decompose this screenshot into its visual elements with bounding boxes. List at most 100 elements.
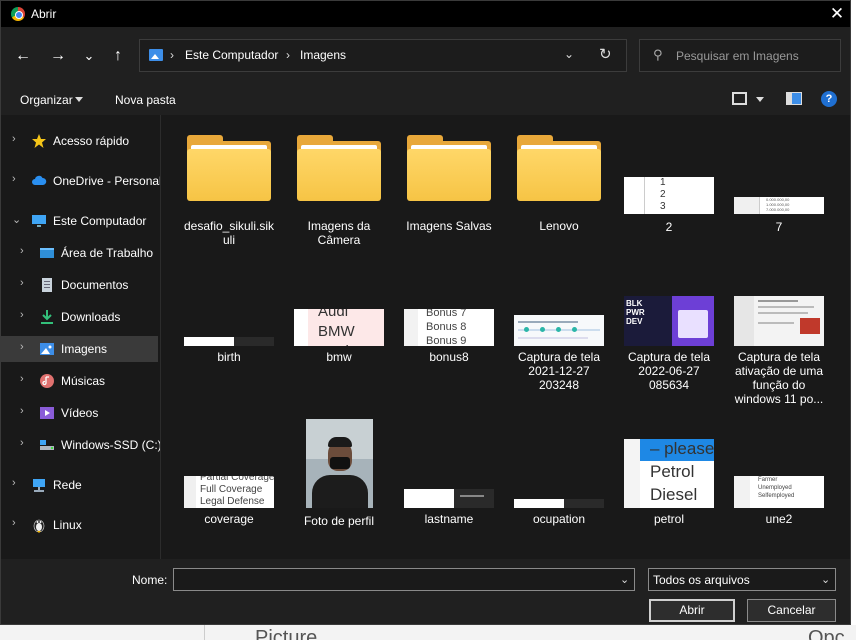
file-item[interactable]: Partial Coverage Full Coverage Legal Def… xyxy=(179,476,279,526)
sidebar-item-acesso-rapido[interactable]: › Acesso rápido xyxy=(1,128,158,154)
expand-chevron-icon[interactable]: › xyxy=(12,517,16,529)
sidebar-item-label: Acesso rápido xyxy=(53,134,130,148)
folder-icon xyxy=(517,135,601,201)
expand-chevron-icon[interactable]: › xyxy=(20,437,24,449)
file-item[interactable]: BLK PWR DEV Captura de tela 2022-06-27 0… xyxy=(619,296,719,392)
expand-chevron-icon[interactable]: › xyxy=(20,277,24,289)
dialog-footer: Nome: ⌄ Todos os arquivos ⌄ Abrir Cancel… xyxy=(1,559,850,624)
sidebar-item-imagens[interactable]: › Imagens xyxy=(1,336,158,362)
file-item[interactable]: Farmer Unemployed Selfemployed une2 xyxy=(729,476,829,526)
file-list: desafio_sikuli.sik uli Imagens da Câmera… xyxy=(161,115,850,559)
sidebar-item-videos[interactable]: › Vídeos xyxy=(1,400,158,426)
search-input[interactable] xyxy=(676,46,836,66)
expand-chevron-icon[interactable]: › xyxy=(12,173,16,185)
file-item[interactable]: Imagens da Câmera xyxy=(289,135,389,247)
sidebar-item-onedrive[interactable]: › OneDrive - Personal xyxy=(1,168,162,194)
sidebar-item-linux[interactable]: › Linux xyxy=(1,512,158,538)
back-button[interactable]: ← xyxy=(11,44,35,68)
up-button[interactable]: ↑ xyxy=(106,44,130,68)
expand-chevron-icon[interactable]: › xyxy=(12,133,16,145)
change-view-icon[interactable] xyxy=(732,92,747,105)
file-item[interactable]: Captura de tela 2021-12-27 203248 xyxy=(509,315,609,392)
cancel-button[interactable]: Cancelar xyxy=(747,599,836,622)
file-item[interactable]: Captura de tela ativação de uma função d… xyxy=(729,296,829,406)
sidebar-item-windows-ssd[interactable]: › Windows-SSD (C:) xyxy=(1,432,162,458)
file-name: desafio_sikuli.sik uli xyxy=(183,219,275,247)
expand-chevron-icon[interactable]: › xyxy=(20,405,24,417)
open-button[interactable]: Abrir xyxy=(649,599,735,622)
folder-icon xyxy=(297,135,381,201)
sidebar-item-este-computador[interactable]: ⌄ Este Computador xyxy=(1,208,158,234)
sidebar-item-label: Downloads xyxy=(61,310,121,324)
file-item[interactable]: – please Petrol Diesel petrol xyxy=(619,439,719,526)
search-box[interactable]: ⚲ xyxy=(639,39,841,72)
file-item[interactable]: Audi BMW Ford bmw xyxy=(289,309,389,364)
file-item[interactable]: 1 2 3 2 xyxy=(619,177,719,234)
file-item[interactable]: birth xyxy=(179,337,279,364)
expand-chevron-icon[interactable]: › xyxy=(20,373,24,385)
recent-locations-button[interactable]: ⌄ xyxy=(77,44,101,68)
star-icon xyxy=(32,134,46,148)
expand-chevron-icon[interactable]: › xyxy=(20,341,24,353)
image-thumbnail xyxy=(404,489,494,508)
image-thumbnail: 1 2 3 xyxy=(624,177,714,214)
address-bar[interactable]: › Este Computador › Imagens ⌄ ↻ xyxy=(139,39,627,72)
file-item[interactable]: ocupation xyxy=(509,499,609,526)
file-item[interactable]: Lenovo xyxy=(509,135,609,233)
close-button[interactable]: ✕ xyxy=(823,1,850,27)
sidebar-item-documentos[interactable]: › Documentos xyxy=(1,272,158,298)
thumbnail-text: BLK PWR DEV xyxy=(626,299,645,326)
documents-icon xyxy=(42,278,52,292)
file-name: Imagens da Câmera xyxy=(307,219,371,247)
sidebar-item-area-de-trabalho[interactable]: › Área de Trabalho xyxy=(1,240,158,266)
breadcrumb-imagens[interactable]: Imagens xyxy=(300,48,346,62)
thumbnail-text: Partial Coverage Full Coverage Legal Def… xyxy=(200,476,274,507)
file-name: birth xyxy=(217,350,241,364)
expand-chevron-icon[interactable]: › xyxy=(20,245,24,257)
sidebar-item-downloads[interactable]: › Downloads xyxy=(1,304,158,330)
file-name: Captura de tela 2021-12-27 203248 xyxy=(517,350,601,392)
file-name: Captura de tela ativação de uma função d… xyxy=(734,350,824,406)
sidebar-item-musicas[interactable]: › Músicas xyxy=(1,368,158,394)
file-item[interactable]: desafio_sikuli.sik uli xyxy=(179,135,279,247)
file-item[interactable]: Bonus 7 Bonus 8 Bonus 9 bonus8 xyxy=(399,309,499,364)
file-item[interactable]: 0.000.000,00 1.000.000,00 7.000.000,00 7 xyxy=(729,197,829,234)
sidebar-item-label: Rede xyxy=(53,478,82,492)
chevron-down-icon[interactable]: ⌄ xyxy=(620,573,629,586)
sidebar-item-label: Músicas xyxy=(61,374,106,388)
file-type-select[interactable]: Todos os arquivos ⌄ xyxy=(648,568,836,591)
file-item[interactable]: Foto de perfil xyxy=(289,419,389,528)
file-item[interactable]: Imagens Salvas xyxy=(399,135,499,233)
preview-pane-icon[interactable] xyxy=(786,92,802,105)
file-name: bmw xyxy=(326,350,352,364)
file-name-combobox[interactable]: ⌄ xyxy=(173,568,635,591)
sidebar-item-label: Documentos xyxy=(61,278,129,292)
file-name: une2 xyxy=(765,512,793,526)
organize-button[interactable]: Organizar xyxy=(20,93,73,107)
file-name: Captura de tela 2022-06-27 085634 xyxy=(627,350,711,392)
expand-chevron-icon[interactable]: › xyxy=(20,309,24,321)
computer-icon xyxy=(32,215,46,227)
sidebar-item-rede[interactable]: › Rede xyxy=(1,472,158,498)
pictures-location-icon xyxy=(149,49,163,61)
collapse-chevron-icon[interactable]: ⌄ xyxy=(12,213,21,226)
breadcrumb-este-computador[interactable]: Este Computador xyxy=(185,48,278,62)
help-icon[interactable]: ? xyxy=(821,91,837,107)
file-item[interactable]: lastname xyxy=(399,489,499,526)
file-name-input[interactable] xyxy=(174,569,604,590)
dialog-title: Abrir xyxy=(31,7,57,21)
expand-chevron-icon[interactable]: › xyxy=(12,477,16,489)
image-thumbnail xyxy=(184,337,274,346)
sidebar-item-label: Área de Trabalho xyxy=(61,246,154,260)
view-options-dropdown-icon[interactable] xyxy=(756,97,764,102)
desktop-icon xyxy=(40,248,54,258)
navigation-pane: › Acesso rápido › OneDrive - Personal ⌄ … xyxy=(1,115,162,559)
refresh-icon[interactable]: ↻ xyxy=(599,45,612,63)
address-dropdown-icon[interactable]: ⌄ xyxy=(564,47,574,61)
breadcrumb-separator: › xyxy=(170,48,174,62)
forward-button[interactable]: → xyxy=(46,44,70,68)
sidebar-item-label: OneDrive - Personal xyxy=(53,174,162,188)
music-icon xyxy=(40,374,54,388)
organize-dropdown-icon[interactable] xyxy=(75,97,83,102)
new-folder-button[interactable]: Nova pasta xyxy=(115,93,176,107)
